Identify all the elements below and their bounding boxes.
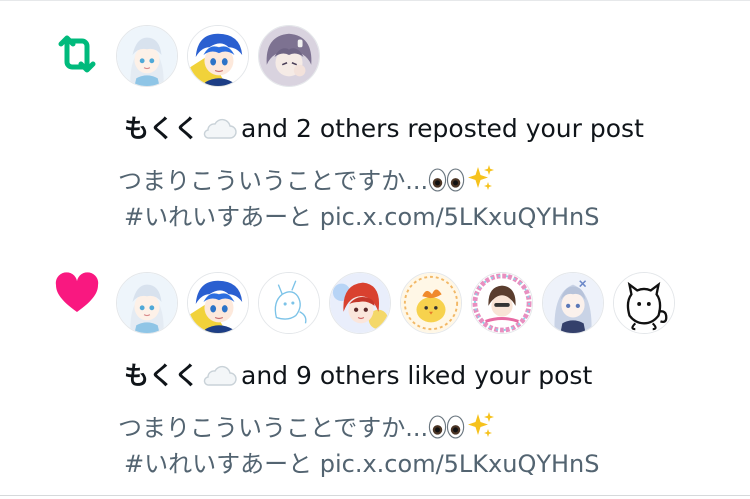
post-preview[interactable]: つまりこういうことですか... #いれいすあーと pic.x.com/5LKxu…	[118, 410, 600, 482]
notification-headline: もくく and 2 others reposted your post	[124, 109, 644, 149]
cloud-emoji-icon	[201, 118, 237, 140]
avatar-sketch-creature[interactable]	[258, 272, 320, 334]
eyes-emoji-icon	[428, 414, 466, 440]
like-notification[interactable]: もくく and 9 others liked your post つまりこういうこ…	[0, 248, 750, 496]
avatar-silver-hair-girl[interactable]	[542, 272, 604, 334]
post-text-line: つまりこういうことですか...	[118, 167, 429, 195]
actor-name[interactable]: もくく	[124, 114, 199, 143]
sparkles-emoji-icon	[466, 410, 496, 440]
repost-notification[interactable]: もくく and 2 others reposted your post つまりこう…	[0, 0, 750, 249]
avatar-white-hair-girl[interactable]	[116, 25, 178, 87]
eyes-emoji-icon	[428, 167, 466, 193]
avatar-purple-hair-girl[interactable]	[258, 25, 320, 87]
avatar-yellow-chick[interactable]	[400, 272, 462, 334]
avatar-blue-hair-boy[interactable]	[187, 272, 249, 334]
avatar-list	[116, 25, 320, 89]
action-text: and 9 others liked your post	[241, 361, 593, 390]
avatar-list	[116, 272, 675, 336]
notification-headline: もくく and 9 others liked your post	[124, 356, 592, 396]
heart-icon	[54, 272, 100, 318]
cloud-emoji-icon	[201, 365, 237, 387]
avatar-summer-tour-character[interactable]	[471, 272, 533, 334]
post-link[interactable]: pic.x.com/5LKxuQYHnS	[320, 203, 600, 231]
post-link[interactable]: pic.x.com/5LKxuQYHnS	[320, 450, 600, 478]
avatar-white-hair-girl[interactable]	[116, 272, 178, 334]
avatar-red-hair-character[interactable]	[329, 272, 391, 334]
sparkles-emoji-icon	[466, 163, 496, 193]
action-text: and 2 others reposted your post	[241, 114, 644, 143]
post-preview[interactable]: つまりこういうことですか... #いれいすあーと pic.x.com/5LKxu…	[118, 163, 600, 235]
post-text-line: つまりこういうことですか...	[118, 414, 429, 442]
avatar-blue-hair-boy[interactable]	[187, 25, 249, 87]
post-hashtag[interactable]: #いれいすあーと	[124, 450, 312, 478]
avatar-black-cat-sketch[interactable]	[613, 272, 675, 334]
post-hashtag[interactable]: #いれいすあーと	[124, 203, 312, 231]
actor-name[interactable]: もくく	[124, 361, 199, 390]
repost-icon	[52, 29, 102, 79]
